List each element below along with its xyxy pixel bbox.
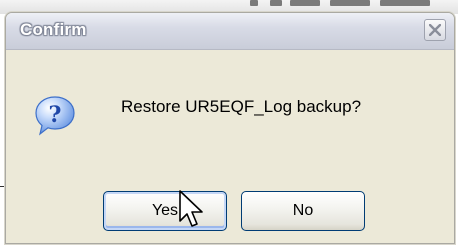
- mouse-pointer-icon: [179, 190, 203, 227]
- close-icon: [429, 24, 441, 36]
- confirm-message: Restore UR5EQF_Log backup?: [121, 97, 362, 116]
- background-fragment: [290, 0, 320, 6]
- yes-button[interactable]: Yes: [103, 191, 227, 231]
- background-fragment: [270, 0, 282, 6]
- background-fragment: [380, 0, 430, 6]
- confirm-dialog: Confirm ? Restore UR5EQF_Log backup? Yes…: [5, 12, 455, 244]
- question-icon: ?: [35, 96, 75, 136]
- dialog-title: Confirm: [20, 20, 87, 39]
- dialog-body: ? Restore UR5EQF_Log backup? Yes No: [6, 50, 454, 243]
- dialog-titlebar[interactable]: Confirm: [6, 13, 454, 50]
- close-button[interactable]: [424, 19, 446, 41]
- svg-text:?: ?: [49, 102, 62, 128]
- no-button[interactable]: No: [241, 191, 365, 231]
- background-fragment: [250, 0, 258, 6]
- background-fragment: [330, 0, 370, 6]
- screen: Confirm ? Restore UR5EQF_Log backup? Yes…: [0, 0, 458, 246]
